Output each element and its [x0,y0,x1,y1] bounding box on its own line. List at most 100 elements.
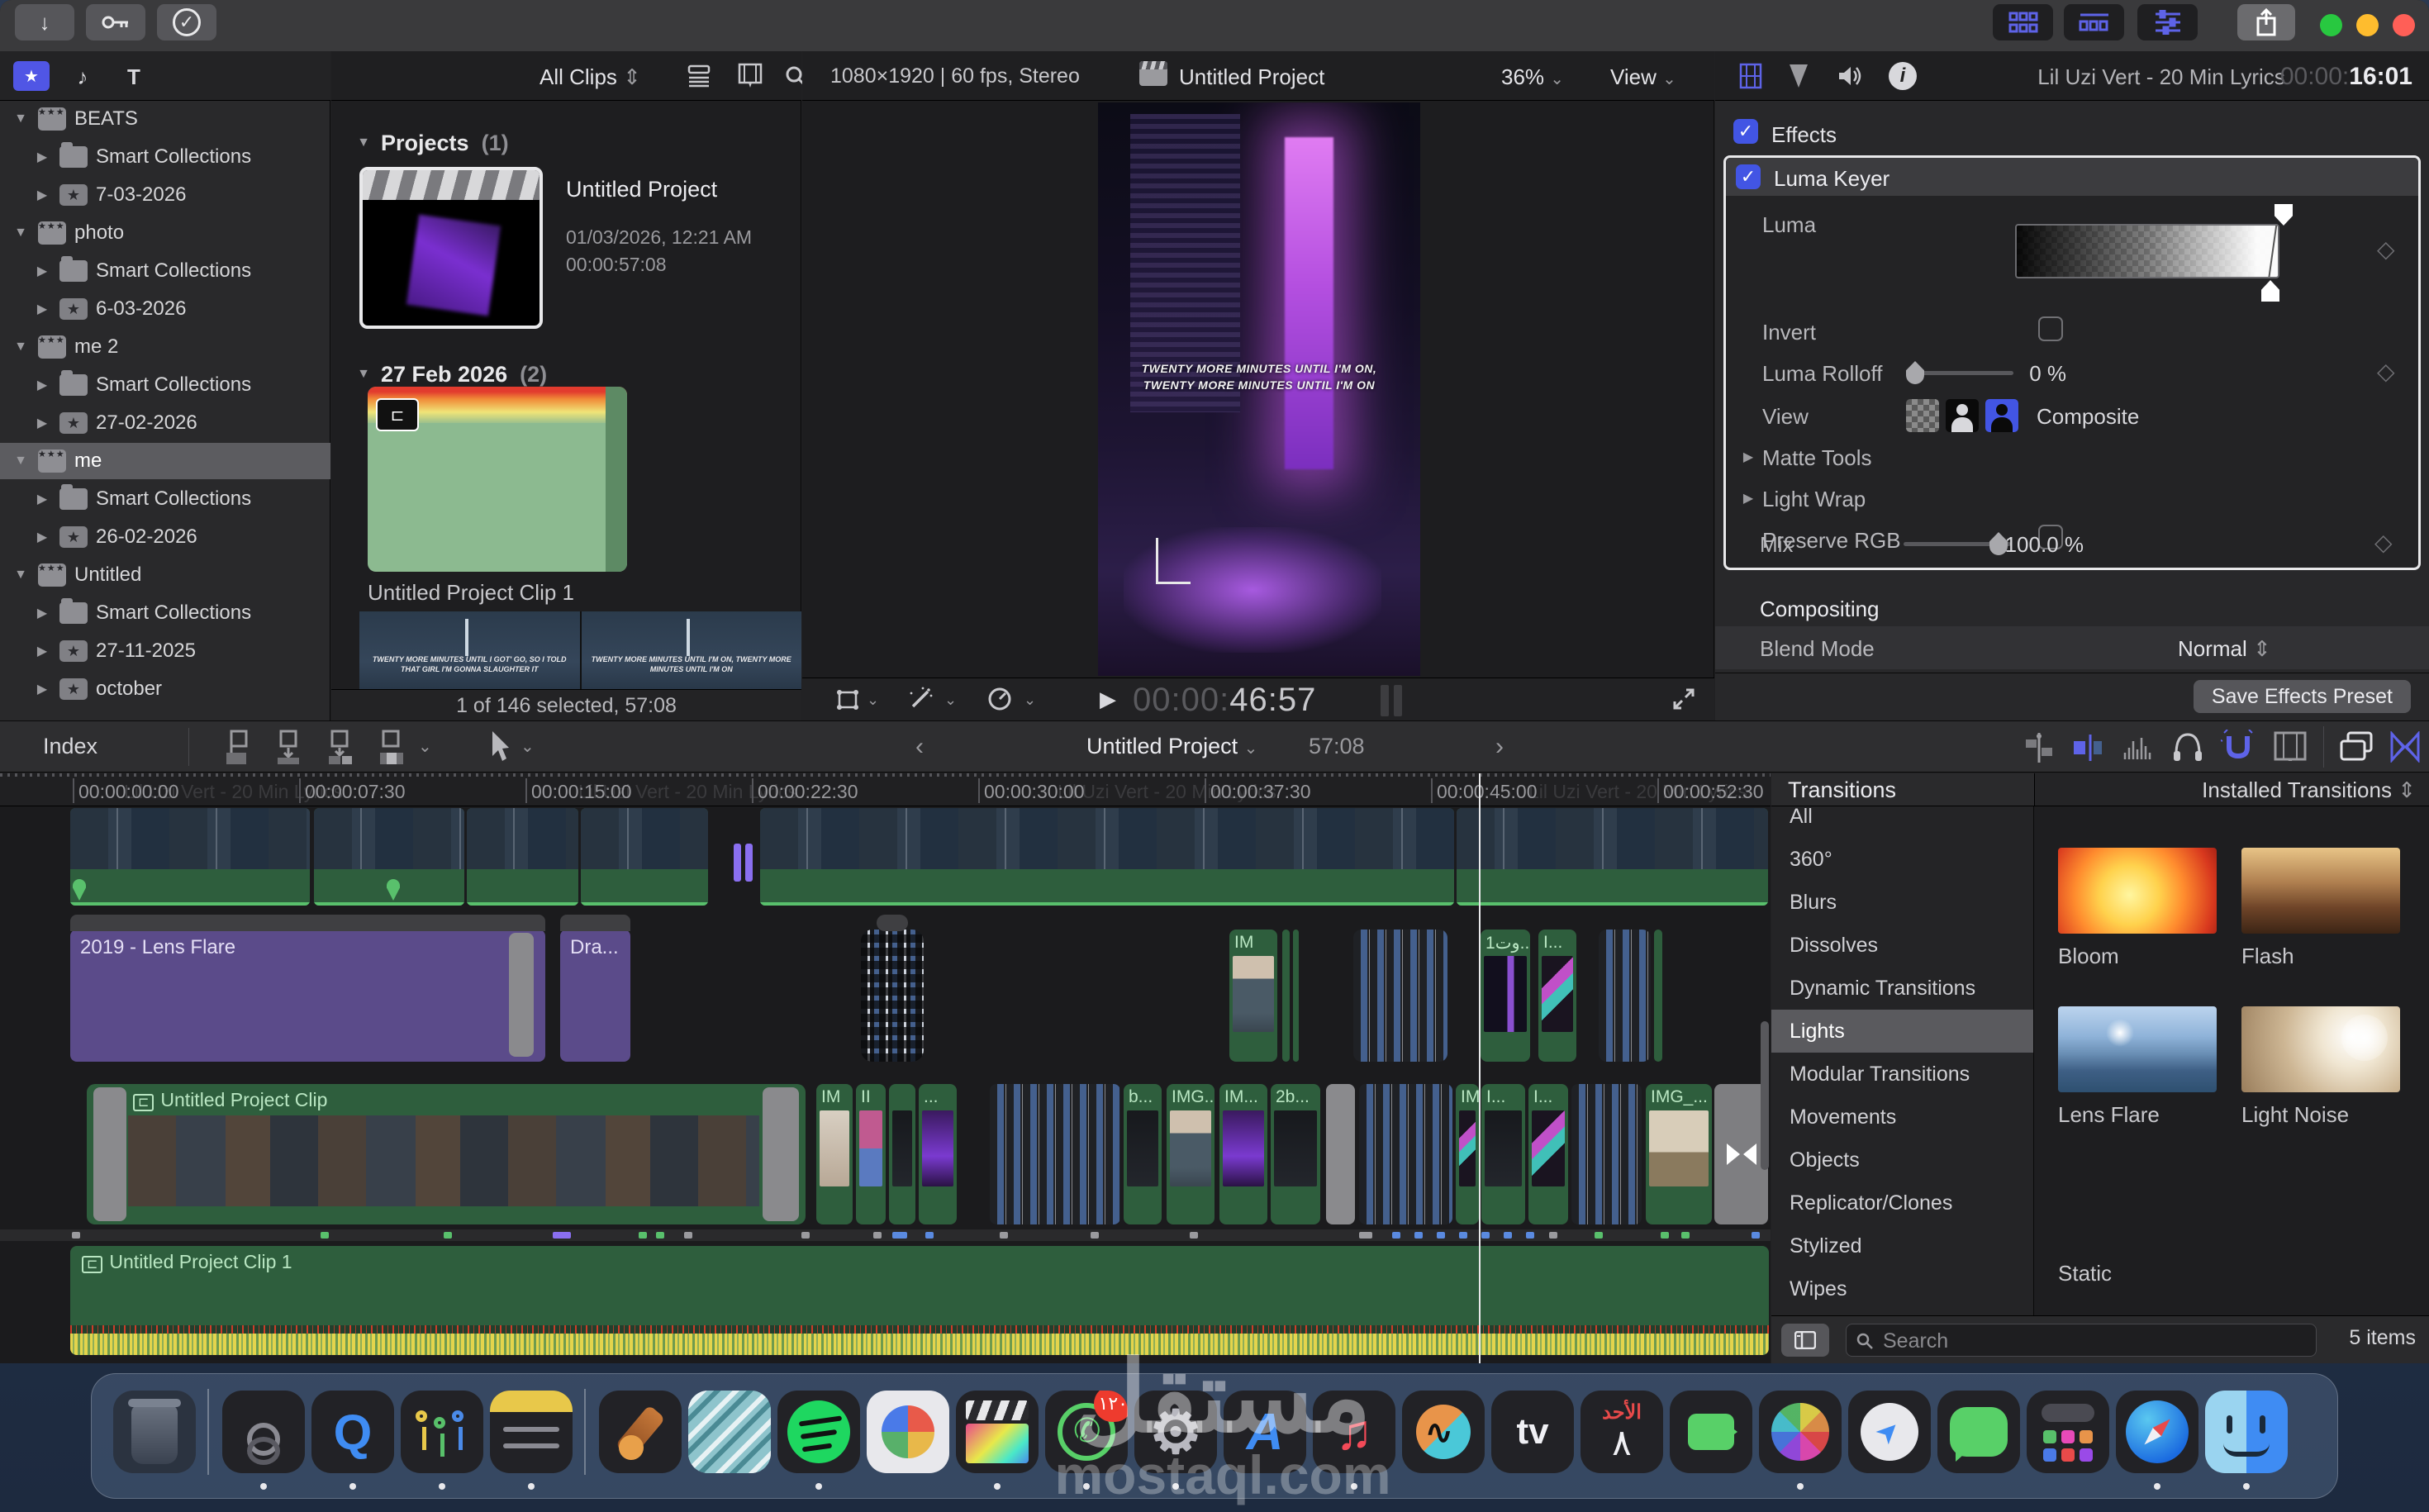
project-thumbnail[interactable] [359,167,543,329]
transition-thumbnail-static[interactable] [2058,1165,2217,1251]
sidebar-item-27-11-2025[interactable]: ▶★27-11-2025 [0,633,330,669]
viewer-view-dropdown[interactable]: View ⌄ [1610,64,1676,90]
transform-tool-chevron[interactable]: ⌄ [867,692,879,709]
mix-keyframe-icon[interactable]: ◇ [2374,529,2393,556]
storyline-small-clip[interactable]: I... [1528,1084,1568,1224]
storyline-small-clip[interactable]: II [856,1084,886,1224]
timeline-marker-blue[interactable] [1526,1232,1534,1239]
enhancements-chevron[interactable]: ⌄ [944,692,957,709]
dock-appletv[interactable]: tv [1491,1391,1574,1473]
audio-sidebar-tab[interactable]: ♪ [64,61,101,91]
audio-meter-right[interactable] [1394,685,1402,716]
sidebar-toggle-button[interactable] [1781,1324,1829,1357]
dock-finalcut[interactable] [956,1391,1039,1473]
gap-clip-bar-1[interactable] [734,844,741,882]
transitions-browser-icon[interactable] [2389,731,2421,763]
fullscreen-icon[interactable] [1671,687,1696,711]
gap-clip-bar-2[interactable] [745,844,753,882]
audio-waveform-icon[interactable] [2122,731,2155,764]
timeline-marker-green[interactable] [1595,1232,1603,1239]
sidebar-item-27-02-2026[interactable]: ▶★27-02-2026 [0,405,330,441]
timeline-project-dropdown[interactable]: Untitled Project ⌄ [1086,734,1257,759]
luma-rolloff-slider[interactable] [1906,359,2013,386]
sidebar-item-6-03-2026[interactable]: ▶★6-03-2026 [0,291,330,327]
audio-components-clip[interactable] [1571,1084,1642,1224]
transition-category-360-[interactable]: 360° [1771,838,2034,881]
mix-value[interactable]: 100.0 % [2001,532,2084,558]
disclosure-right-icon[interactable]: ▶ [33,263,51,279]
connected-clip[interactable]: وت1... [1481,930,1530,1062]
dock-music[interactable]: ♫ [1313,1391,1395,1473]
storyline-small-clip[interactable] [889,1084,915,1224]
timeline-marker-green[interactable] [321,1232,329,1239]
dock-maps[interactable]: ➤ [1848,1391,1931,1473]
titles-sidebar-tab[interactable]: T [116,61,152,91]
clip-trim-handle[interactable] [509,933,534,1057]
light-wrap-disclosure[interactable]: ▶ [1739,490,1757,506]
info-inspector-icon[interactable]: i [1889,62,1917,90]
dock-appstore[interactable]: A [1224,1391,1306,1473]
share-button[interactable] [2237,4,2295,40]
transition-category-all[interactable]: All [1771,806,2034,838]
audio-components-clip[interactable] [1359,1084,1452,1224]
timeline-marker-grey[interactable] [72,1232,80,1239]
overwrite-edit-icon[interactable] [375,730,408,766]
dock-quicktime[interactable]: Q [311,1391,394,1473]
play-button[interactable]: ▶ [1100,687,1116,712]
timeline-marker-grey[interactable] [1091,1232,1099,1239]
project-name[interactable]: Untitled Project [566,177,717,202]
timeline-marker-grey[interactable] [1359,1232,1372,1239]
video-clip[interactable] [70,808,310,906]
disclosure-right-icon[interactable]: ▶ [33,149,51,165]
connected-clip[interactable]: I... [1538,930,1576,1062]
disclosure-down-icon[interactable]: ▼ [12,454,30,468]
primary-storyline-clip[interactable]: ⊏Untitled Project Clip [87,1084,806,1224]
transition-category-replicator-clones[interactable]: Replicator/Clones [1771,1182,2034,1224]
transition-category-blurs[interactable]: Blurs [1771,881,2034,924]
timeline-ruler[interactable]: Lil Uzi Vert - 20 Min LyricsLil Uzi Vert… [0,773,1771,806]
adjust-sliders-button[interactable] [2137,4,2198,40]
retime-chevron[interactable]: ⌄ [1024,692,1036,709]
video-clip[interactable] [760,808,1454,906]
headphones-solo-icon[interactable] [2171,730,2204,764]
effects-checkbox[interactable]: ✓ [1733,119,1758,144]
transitions-search-field[interactable]: Search [1846,1324,2317,1357]
dock-launchpad[interactable] [2027,1391,2109,1473]
disclosure-right-icon[interactable]: ▶ [33,491,51,507]
disclosure-right-icon[interactable]: ▶ [33,377,51,393]
timeline[interactable]: Lil Uzi Vert - 20 Min LyricsLil Uzi Vert… [0,773,1771,1363]
save-effects-preset-button[interactable]: Save Effects Preset [2194,680,2411,713]
disclosure-right-icon[interactable]: ▶ [33,605,51,621]
grid-view-button[interactable] [1993,4,2053,40]
storyline-small-clip[interactable]: IM [1456,1084,1479,1224]
pointer-tool-icon[interactable] [486,730,511,764]
timeline-marker-blue[interactable] [925,1232,934,1239]
audio-components-clip[interactable] [1599,930,1651,1062]
dock-settings[interactable]: ⚙ [1134,1391,1217,1473]
transition-category-stylized[interactable]: Stylized [1771,1224,2034,1267]
clip-sliver[interactable] [1282,930,1290,1062]
sidebar-item-26-02-2026[interactable]: ▶★26-02-2026 [0,519,330,555]
dock-waveapp[interactable]: ∿ [1402,1391,1485,1473]
retimed-clip[interactable] [861,930,924,1062]
storyline-small-clip[interactable]: IMG_... [1646,1084,1712,1224]
transform-tool-icon[interactable] [835,688,860,711]
timeline-marker-grey[interactable] [873,1232,882,1239]
title-clip[interactable]: 2019 - Lens Flare [70,930,545,1062]
storyline-small-clip[interactable]: 2b... [1271,1084,1320,1224]
dock-speaker[interactable] [222,1391,305,1473]
dock-notes[interactable] [490,1391,573,1473]
sidebar-item-smart-collections[interactable]: ▶Smart Collections [0,253,330,289]
clip-drag-cap[interactable] [877,915,908,931]
viewer-zoom-dropdown[interactable]: 36% ⌄ [1501,64,1564,90]
timeline-marker-blue[interactable] [1752,1232,1760,1239]
storyline-small-clip[interactable]: b... [1124,1084,1162,1224]
dock-passwords[interactable] [401,1391,483,1473]
luma-rolloff-value[interactable]: 0 % [2017,361,2066,387]
sidebar-item-smart-collections[interactable]: ▶Smart Collections [0,367,330,403]
skimmer-info-icon[interactable] [1786,63,1811,89]
connected-clip[interactable]: IM [1229,930,1277,1062]
sidebar-item-me-2[interactable]: ▼★★★★me 2 [0,329,330,365]
disclosure-right-icon[interactable]: ▶ [33,681,51,697]
transition-thumbnail-lightnoise[interactable] [2241,1006,2400,1092]
